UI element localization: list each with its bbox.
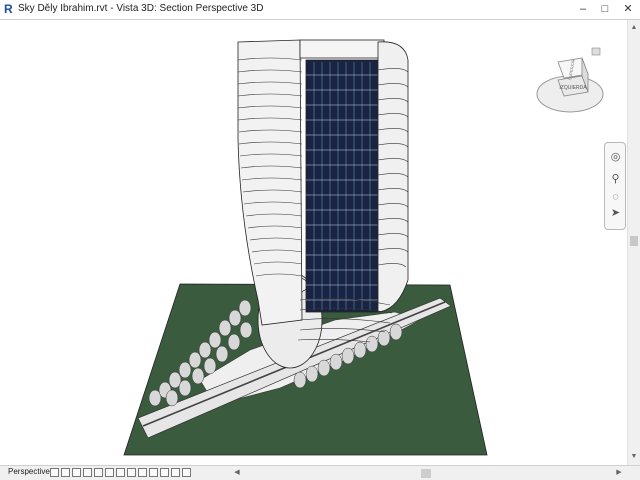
tower-right-wing — [377, 41, 409, 313]
window-title: Sky Děly Ibrahim.rvt - Vista 3D: Section… — [18, 3, 264, 14]
title-bar: R Sky Děly Ibrahim.rvt - Vista 3D: Secti… — [0, 0, 640, 20]
restore-button[interactable]: □ — [597, 2, 613, 17]
view-type-label: Perspective — [8, 467, 50, 476]
vertical-scrollbar[interactable]: ▲ ▼ — [627, 20, 640, 465]
revit-app-icon[interactable]: R — [4, 3, 16, 16]
reveal-hidden-icon[interactable] — [149, 468, 158, 477]
horizontal-scroll-thumb[interactable] — [421, 469, 431, 478]
shadows-icon[interactable] — [94, 468, 103, 477]
minimize-button[interactable]: – — [575, 2, 591, 17]
viewcube-front-label: IZQUIERDA — [559, 85, 587, 91]
show-crop-icon[interactable] — [116, 468, 125, 477]
crop-icon[interactable] — [105, 468, 114, 477]
view-control-bar: Perspective ◀ ▶ — [0, 465, 640, 480]
detail-level-icon[interactable] — [61, 468, 70, 477]
unlock-3d-icon[interactable] — [127, 468, 136, 477]
tower-glass-core — [305, 59, 379, 313]
scroll-right-arrow[interactable]: ▶ — [614, 467, 624, 479]
steering-wheel-icon[interactable]: ◎ — [609, 151, 622, 164]
home-icon — [591, 47, 601, 56]
fly-icon[interactable]: ➤ — [609, 207, 622, 220]
vertical-scroll-thumb[interactable] — [630, 236, 638, 246]
sun-path-icon[interactable] — [83, 468, 92, 477]
view-control-icons — [50, 468, 191, 478]
visual-style-icon[interactable] — [72, 468, 81, 477]
3d-viewport[interactable]: IZQUIERDA SUPERIOR ◎ ⚲ ◌ ➤ — [0, 20, 627, 465]
analysis-icon[interactable] — [160, 468, 169, 477]
scroll-down-arrow[interactable]: ▼ — [628, 451, 640, 463]
highlight-icon[interactable] — [171, 468, 180, 477]
pan-icon[interactable]: ◌ — [609, 191, 622, 204]
scroll-left-arrow[interactable]: ◀ — [232, 467, 242, 479]
scroll-up-arrow[interactable]: ▲ — [628, 22, 640, 34]
close-button[interactable]: ✕ — [620, 2, 636, 17]
temporary-hide-icon[interactable] — [138, 468, 147, 477]
viewcube[interactable]: IZQUIERDA SUPERIOR — [530, 44, 610, 124]
constraints-icon[interactable] — [182, 468, 191, 477]
zoom-icon[interactable]: ⚲ — [609, 173, 622, 186]
tower-crown — [299, 39, 385, 59]
navigation-bar: ◎ ⚲ ◌ ➤ — [604, 142, 626, 230]
scale-icon[interactable] — [50, 468, 59, 477]
